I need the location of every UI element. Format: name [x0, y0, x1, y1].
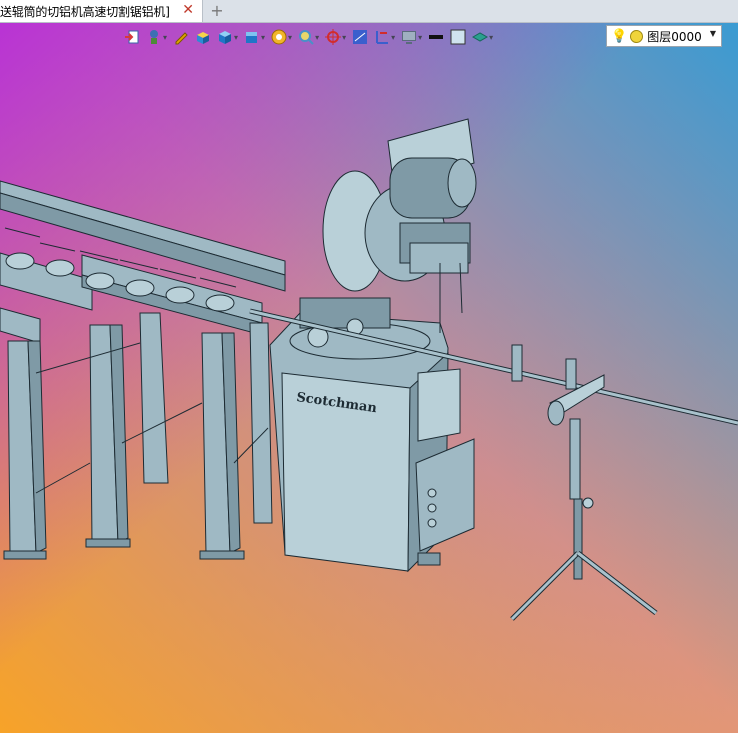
pencil-icon: [175, 32, 188, 45]
display-icon: [402, 31, 417, 44]
line-color-icon: [429, 35, 444, 39]
render-mode-icon: [271, 29, 287, 45]
constraint-icon: [150, 30, 158, 44]
lightbulb-icon[interactable]: 💡: [611, 29, 627, 44]
roller-stand: [510, 344, 658, 621]
close-tab-icon[interactable]: ✕: [182, 2, 194, 18]
layer-select-value: 图层0000: [647, 29, 702, 44]
exit-sketch-icon: [125, 30, 139, 44]
section-button[interactable]: [352, 26, 368, 48]
zoom-icon: [299, 30, 314, 45]
box-icon: [197, 32, 210, 44]
box-button[interactable]: [195, 26, 211, 48]
new-tab-button[interactable]: +: [208, 0, 226, 22]
constraint-button[interactable]: ▾: [146, 26, 167, 48]
saw-machine: Scotchman: [269, 118, 477, 573]
render-mode-button[interactable]: ▾: [271, 26, 292, 48]
cube-view-button[interactable]: ▾: [217, 26, 238, 48]
exit-sketch-button[interactable]: [124, 26, 140, 48]
fill-color-icon: [450, 29, 466, 45]
section-icon: [353, 30, 368, 44]
tab-bar: 送辊筒的切铝机高速切割锯铝机] ✕ +: [0, 0, 738, 23]
view-orient-icon: [246, 32, 258, 43]
roller-conveyor: [0, 180, 286, 560]
pan-icon: [325, 29, 342, 45]
pan-button[interactable]: ▾: [325, 26, 346, 48]
layer-color-icon: [630, 29, 644, 43]
layer-manager-icon: [472, 32, 489, 42]
dimension-button[interactable]: ▾: [374, 26, 395, 48]
cad-model[interactable]: Scotchman: [0, 23, 738, 733]
layer-select[interactable]: 💡 图层0000 ▼: [606, 25, 722, 47]
view-toolbar: ▾ ▾ ▾ ▾ ▾ ▾ ▾ ▾ ▾: [124, 25, 499, 49]
zoom-button[interactable]: ▾: [298, 26, 319, 48]
document-tab-title: 送辊筒的切铝机高速切割锯铝机]: [0, 4, 170, 19]
display-button[interactable]: ▾: [401, 26, 422, 48]
dropdown-arrow-icon[interactable]: ▼: [710, 29, 716, 38]
layer-manager-button[interactable]: ▾: [472, 26, 493, 48]
document-tab[interactable]: 送辊筒的切铝机高速切割锯铝机] ✕: [0, 0, 203, 22]
dimension-icon: [376, 31, 389, 44]
line-color-button[interactable]: [428, 26, 444, 48]
cube-view-icon: [219, 31, 232, 44]
sketch-button[interactable]: [173, 26, 189, 48]
fill-color-button[interactable]: [450, 26, 466, 48]
view-orient-button[interactable]: ▾: [244, 26, 265, 48]
